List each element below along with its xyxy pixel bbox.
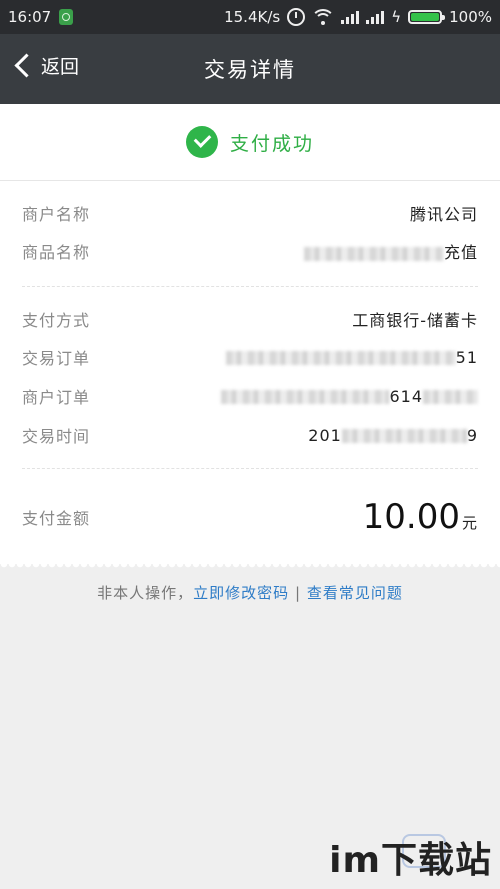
signal-icon [341,10,360,24]
detail-row-merchant: 商户名称 腾讯公司 [22,198,478,228]
status-time: 16:07 [8,8,52,26]
footer-separator: | [294,584,302,602]
amount-value-wrap: 10.00 元 [363,497,478,537]
detail-value-wrap: 充值 [303,239,478,263]
detail-value-prefix: 201 [308,425,342,445]
detail-value: 614 [389,386,423,406]
result-text: 支付成功 [229,132,314,155]
back-arrow-icon [14,53,39,78]
transaction-card: 支付成功 商户名称 腾讯公司 商品名称 充值 支付方式 工商银行-储蓄卡 交易订… [0,104,500,564]
status-bar: 16:07 15.4K/s ϟ 100% [0,0,500,34]
detail-value: 51 [455,347,478,367]
detail-row-transaction-no: 交易订单 51 [22,342,478,372]
detail-row-time: 交易时间 201 9 [22,420,478,450]
redacted-text [225,351,456,365]
amount-row: 支付金额 10.00 元 [22,496,478,538]
detail-label: 商品名称 [22,243,91,262]
page-title: 交易详情 [204,58,296,82]
battery-icon [408,10,446,24]
payment-result: 支付成功 [0,104,500,181]
detail-value-wrap: 51 [225,347,478,367]
detail-row-product: 商品名称 充值 [22,236,478,266]
site-watermark: im下载站 [329,840,492,881]
footer-help: 非本人操作，立即修改密码 | 查看常见问题 [0,582,500,603]
detail-label: 商户订单 [22,388,91,407]
redacted-text [221,390,390,404]
amount-value: 10.00 [362,497,460,537]
detail-value: 充值 [443,243,478,262]
battery-percent: 100% [449,8,492,26]
detail-value: 腾讯公司 [409,205,478,224]
divider [22,468,478,469]
alarm-icon [287,8,306,26]
net-speed: 15.4K/s [224,8,281,26]
detail-value-wrap: 201 9 [308,426,478,445]
divider [22,286,478,287]
wifi-icon [312,9,335,25]
detail-label: 商户名称 [22,205,91,224]
redacted-text [341,429,467,443]
detail-label: 交易订单 [22,349,91,368]
nav-bar: 返回 交易详情 [0,34,500,104]
signal-icon [366,10,385,24]
amount-unit: 元 [461,514,478,532]
detail-value: 工商银行-储蓄卡 [352,311,478,330]
receipt-tear-edge [0,564,500,570]
detail-value-wrap: 614 [221,387,478,406]
detail-value-suffix: 9 [466,425,478,445]
status-right: 15.4K/s ϟ 100% [224,8,492,26]
success-check-icon [185,126,218,158]
shield-icon [59,9,74,25]
detail-label: 交易时间 [22,427,91,446]
charging-icon: ϟ [391,8,402,26]
faq-link[interactable]: 查看常见问题 [307,584,403,602]
amount-label: 支付金额 [22,509,91,528]
detail-row-payment-method: 支付方式 工商银行-储蓄卡 [22,304,478,334]
footer-prefix: 非本人操作， [97,584,194,602]
change-password-link[interactable]: 立即修改密码 [193,584,289,602]
detail-row-merchant-order: 商户订单 614 [22,381,478,411]
detail-label: 支付方式 [22,311,91,330]
redacted-text [303,246,444,261]
back-button[interactable]: 返回 [12,52,79,79]
redacted-text [423,390,478,404]
back-label: 返回 [41,56,80,78]
